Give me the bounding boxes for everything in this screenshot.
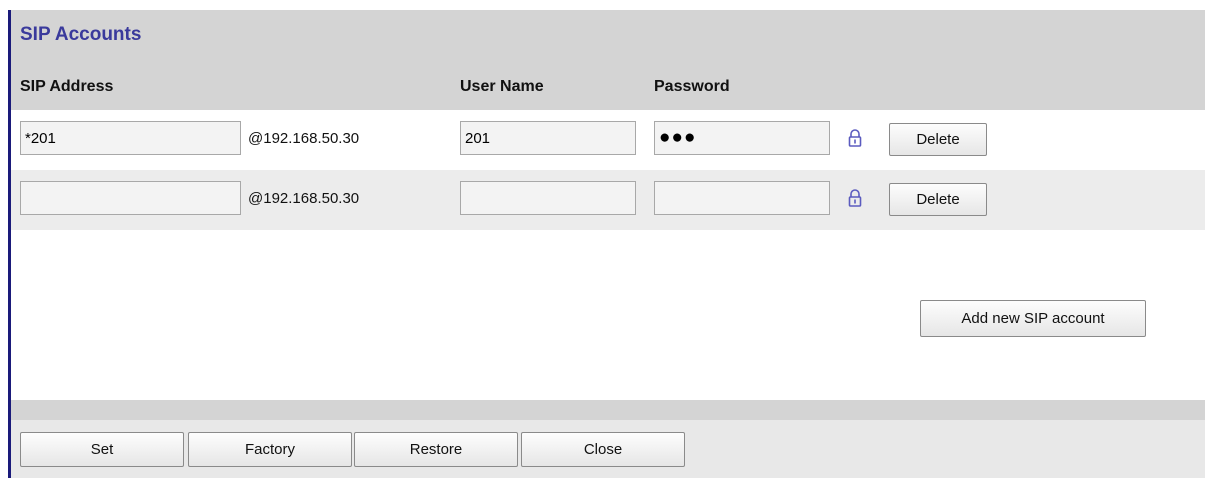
sip-domain-label: @192.168.50.30 <box>248 190 360 207</box>
panel-title: SIP Accounts <box>20 24 142 45</box>
lock-icon[interactable] <box>847 188 863 208</box>
password-input[interactable] <box>654 181 830 215</box>
sip-domain-label: @192.168.50.30 <box>248 130 360 147</box>
add-sip-account-button[interactable]: Add new SIP account <box>920 300 1146 337</box>
column-header-sip-address: SIP Address <box>20 78 114 95</box>
set-button[interactable]: Set <box>20 432 184 467</box>
factory-button[interactable]: Factory <box>188 432 352 467</box>
user-name-input[interactable] <box>460 181 636 215</box>
panel-header: SIP Accounts SIP Address User Name Passw… <box>11 10 1205 110</box>
lock-icon[interactable] <box>847 128 863 148</box>
column-header-password: Password <box>654 78 730 95</box>
column-header-user-name: User Name <box>460 78 544 95</box>
user-name-input[interactable] <box>460 121 636 155</box>
delete-button[interactable]: Delete <box>889 123 987 156</box>
restore-button[interactable]: Restore <box>354 432 518 467</box>
sip-accounts-panel: SIP Accounts SIP Address User Name Passw… <box>8 10 1205 478</box>
footer-toolbar: Set Factory Restore Close <box>11 420 1205 478</box>
sip-address-input[interactable] <box>20 121 241 155</box>
footer-divider <box>11 400 1205 420</box>
sip-address-input[interactable] <box>20 181 241 215</box>
close-button[interactable]: Close <box>521 432 685 467</box>
password-input[interactable] <box>654 121 830 155</box>
sip-account-row: @192.168.50.30 Delete <box>11 110 1205 170</box>
sip-account-row: @192.168.50.30 Delete <box>11 170 1205 230</box>
delete-button[interactable]: Delete <box>889 183 987 216</box>
